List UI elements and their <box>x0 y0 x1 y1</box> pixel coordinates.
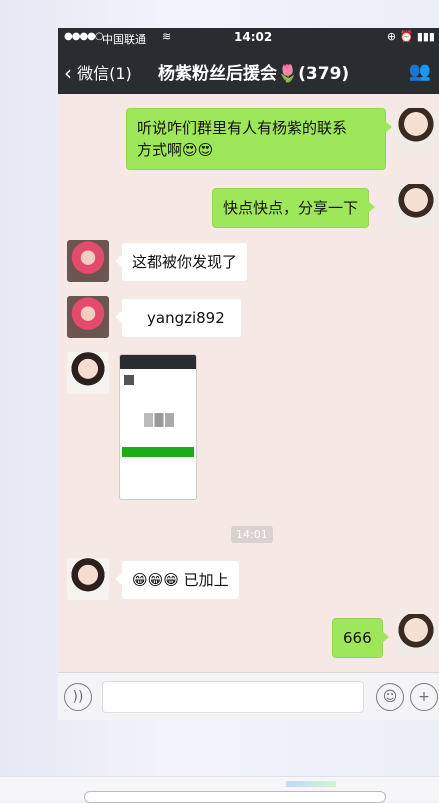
avatar[interactable] <box>67 240 109 282</box>
status-bar: ●●●●○ 中国联通 ≋ 14:02 ⊕ ⏰ ▮▮▮ <box>58 28 439 48</box>
status-icons: ⊕ ⏰ ▮▮▮ <box>386 30 435 43</box>
screenshot-photos <box>144 413 174 427</box>
avatar[interactable] <box>67 558 109 600</box>
avatar[interactable] <box>67 352 109 394</box>
message-text: yangzi892 <box>147 309 225 327</box>
message-text: 快点快点，分享一下 <box>223 199 359 217</box>
message-text: 方式啊😍😍 <box>137 141 214 159</box>
emoji-icon[interactable]: ☺ <box>376 683 404 711</box>
message-text: 666 <box>343 629 372 647</box>
back-button[interactable]: ‹ 微信(1) <box>64 60 132 85</box>
screenshot-green-button <box>122 447 194 457</box>
message-text: 听说咋们群里有人有杨紫的联系 <box>137 119 348 137</box>
status-time: 14:02 <box>234 30 273 44</box>
avatar[interactable] <box>395 184 437 226</box>
avatar[interactable] <box>395 108 437 150</box>
back-label: 微信(1) <box>77 64 132 83</box>
message-text: 这都被你发现了 <box>132 253 238 271</box>
screenshot-thumbnail <box>124 375 134 385</box>
timestamp-badge: 14:01 <box>231 526 273 543</box>
message-bubble[interactable]: 这都被你发现了 <box>114 242 249 282</box>
wifi-icon: ≋ <box>162 30 172 43</box>
chat-title: 杨紫粉丝后援会🌷(379) <box>158 64 350 84</box>
message-bubble[interactable]: 😁😁😁 已加上 <box>115 560 240 600</box>
message-bubble[interactable]: yangzi892 <box>115 298 242 338</box>
screenshot-header <box>120 355 196 369</box>
message-bubble[interactable]: 666 <box>332 618 389 658</box>
image-message[interactable] <box>119 354 197 500</box>
signal-strength: ●●●●○ <box>64 31 104 42</box>
plus-icon[interactable]: + <box>410 683 438 711</box>
voice-icon[interactable]: )) <box>64 683 92 711</box>
avatar[interactable] <box>67 296 109 338</box>
chat-header: ‹ 微信(1) 杨紫粉丝后援会🌷(379) 👥 <box>58 48 439 94</box>
bottom-strip <box>0 776 439 803</box>
carrier-name: 中国联通 <box>102 33 146 46</box>
chevron-left-icon: ‹ <box>64 61 72 85</box>
message-text: 😁😁😁 已加上 <box>132 571 229 589</box>
bottom-bar <box>84 791 386 803</box>
message-bubble[interactable]: 听说咋们群里有人有杨紫的联系 方式啊😍😍 <box>126 108 392 170</box>
avatar[interactable] <box>395 614 437 656</box>
message-input[interactable] <box>102 681 364 713</box>
group-members-icon[interactable]: 👥 <box>409 61 431 82</box>
watermark <box>286 781 336 787</box>
message-bubble[interactable]: 快点快点，分享一下 <box>212 188 376 228</box>
input-bar: )) ☺ + <box>58 672 439 720</box>
phone-screen: ●●●●○ 中国联通 ≋ 14:02 ⊕ ⏰ ▮▮▮ ‹ 微信(1) 杨紫粉丝后… <box>58 28 439 720</box>
